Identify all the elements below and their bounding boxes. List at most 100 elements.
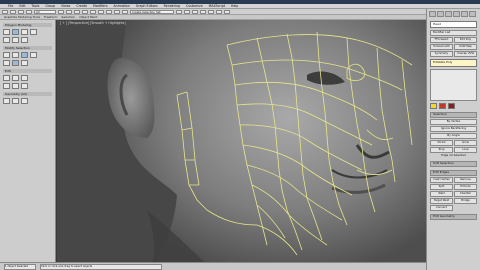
vertex-mode-icon[interactable] xyxy=(3,29,10,35)
connect-button[interactable]: Connect xyxy=(430,205,453,211)
chamfer-button[interactable]: Chamfer xyxy=(454,191,477,197)
percent-snap-icon[interactable] xyxy=(122,9,128,14)
menu-customize[interactable]: Customize xyxy=(186,4,203,8)
split-button[interactable]: Split xyxy=(430,184,453,190)
rect-region-icon[interactable] xyxy=(74,9,80,14)
render-icon[interactable] xyxy=(224,9,230,14)
modifier-list-dropdown[interactable]: Modifier List xyxy=(430,30,477,36)
redo-icon[interactable] xyxy=(10,9,16,14)
vertex-color-swatch[interactable] xyxy=(430,103,437,109)
polygon-mode-icon[interactable] xyxy=(30,29,37,35)
link-icon[interactable] xyxy=(18,9,24,14)
align-icon[interactable] xyxy=(184,9,190,14)
collapse-stack-icon[interactable] xyxy=(21,37,28,43)
tab-object-paint[interactable]: Object Paint xyxy=(79,15,97,19)
motion-tab-icon[interactable] xyxy=(453,11,460,17)
menu-create[interactable]: Create xyxy=(76,4,87,8)
ring-icon[interactable] xyxy=(30,52,37,58)
unlink-icon[interactable] xyxy=(26,9,32,14)
dot-loop-icon[interactable] xyxy=(12,60,19,66)
grow-icon[interactable] xyxy=(3,52,10,58)
cut-icon[interactable] xyxy=(3,83,10,89)
menu-views[interactable]: Views xyxy=(61,4,70,8)
rotate-icon[interactable] xyxy=(90,9,96,14)
menu-help[interactable]: Help xyxy=(231,4,238,8)
named-selection-set-dropdown[interactable]: Create Selection Set xyxy=(130,9,174,14)
menu-rendering[interactable]: Rendering xyxy=(164,4,180,8)
render-setup-icon[interactable] xyxy=(216,9,222,14)
tab-graphite-modeling[interactable]: Graphite Modeling Tools xyxy=(4,15,40,19)
weld-button[interactable]: Weld xyxy=(430,191,453,197)
create-icon[interactable] xyxy=(12,98,19,104)
menu-graph-editors[interactable]: Graph Editors xyxy=(136,4,158,8)
loop-icon[interactable] xyxy=(21,52,28,58)
menu-maxscript[interactable]: MAXScript xyxy=(209,4,225,8)
edge-color-swatch[interactable] xyxy=(439,103,446,109)
constraints-icon[interactable] xyxy=(21,83,28,89)
insert-vertex-button[interactable]: Insert Vertex xyxy=(430,177,453,183)
display-tab-icon[interactable] xyxy=(461,11,468,17)
select-by-name-icon[interactable] xyxy=(66,9,72,14)
material-editor-icon[interactable] xyxy=(208,9,214,14)
element-mode-icon[interactable] xyxy=(3,37,10,43)
menu-group[interactable]: Group xyxy=(45,4,55,8)
select-icon[interactable] xyxy=(58,9,64,14)
quickslice-icon[interactable] xyxy=(12,75,19,81)
grow-button[interactable]: Grow xyxy=(454,140,477,146)
ignore-backfacing-checkbox[interactable]: Ignore Backfacing xyxy=(430,126,477,132)
shrink-button[interactable]: Shrink xyxy=(430,140,453,146)
menu-tools[interactable]: Tools xyxy=(32,4,40,8)
utilities-tab-icon[interactable] xyxy=(469,11,476,17)
undo-icon[interactable] xyxy=(2,9,8,14)
remove-button[interactable]: Remove xyxy=(454,177,477,183)
section-geometry[interactable]: Geometry (All) xyxy=(3,92,52,96)
p-connect-icon[interactable] xyxy=(12,83,19,89)
create-tab-icon[interactable] xyxy=(429,11,436,17)
bridge-button[interactable]: Bridge xyxy=(454,198,477,204)
shrink-icon[interactable] xyxy=(12,52,19,58)
section-polygon-modeling[interactable]: Polygon Modeling xyxy=(3,23,52,27)
target-weld-button[interactable]: Target Weld xyxy=(430,198,453,204)
section-modify-selection[interactable]: Modify Selection xyxy=(3,46,52,50)
modify-tab-icon[interactable] xyxy=(437,11,444,17)
tab-selection[interactable]: Selection xyxy=(61,15,75,19)
modify-mode-icon[interactable] xyxy=(12,37,19,43)
extrude-button[interactable]: Extrude xyxy=(454,184,477,190)
by-angle-checkbox[interactable]: By Angle xyxy=(430,133,477,139)
menu-file[interactable]: File xyxy=(8,4,13,8)
step-loop-icon[interactable] xyxy=(3,60,10,66)
modifier-stack-item[interactable]: Editable Poly xyxy=(430,59,477,67)
rollout-edit-geometry[interactable]: Edit Geometry xyxy=(430,214,477,220)
selection-filter-dropdown[interactable]: All xyxy=(34,9,56,14)
move-icon[interactable] xyxy=(82,9,88,14)
attach-icon[interactable] xyxy=(21,98,28,104)
snap-icon[interactable] xyxy=(106,9,112,14)
mirror-icon[interactable] xyxy=(176,9,182,14)
edit-poly-button[interactable]: Edit Poly xyxy=(454,37,477,43)
menu-modifiers[interactable]: Modifiers xyxy=(93,4,108,8)
symmetry-button[interactable]: Symmetry xyxy=(430,51,453,57)
menu-edit[interactable]: Edit xyxy=(19,4,25,8)
hierarchy-tab-icon[interactable] xyxy=(445,11,452,17)
curve-editor-icon[interactable] xyxy=(200,9,206,14)
turbosmooth-button[interactable]: Turbosmooth xyxy=(430,44,453,50)
uvw-map-button[interactable]: UVW Map xyxy=(454,44,477,50)
section-edit[interactable]: Edit xyxy=(3,69,52,73)
repeat-last-icon[interactable] xyxy=(3,75,10,81)
by-vertex-checkbox[interactable]: By Vertex xyxy=(430,119,477,125)
menu-animation[interactable]: Animation xyxy=(114,4,130,8)
rollout-selection[interactable]: Selection xyxy=(430,112,477,118)
perspective-viewport[interactable] xyxy=(57,20,426,265)
border-mode-icon[interactable] xyxy=(21,29,28,35)
unwrap-uvw-button[interactable]: Unwrap UVW xyxy=(454,51,477,57)
edge-mode-icon[interactable] xyxy=(12,29,19,35)
layer-icon[interactable] xyxy=(192,9,198,14)
rollout-edit-edges[interactable]: Edit Edges xyxy=(430,170,477,176)
angle-snap-icon[interactable] xyxy=(114,9,120,14)
viewport-label[interactable]: [ + ] [Perspective] [Smooth + Highlights… xyxy=(60,21,126,25)
scale-icon[interactable] xyxy=(98,9,104,14)
modifier-stack-list[interactable] xyxy=(430,69,477,101)
tab-freeform[interactable]: Freeform xyxy=(44,15,57,19)
swiftloop-icon[interactable] xyxy=(21,75,28,81)
object-name-field[interactable]: Head xyxy=(430,21,477,28)
